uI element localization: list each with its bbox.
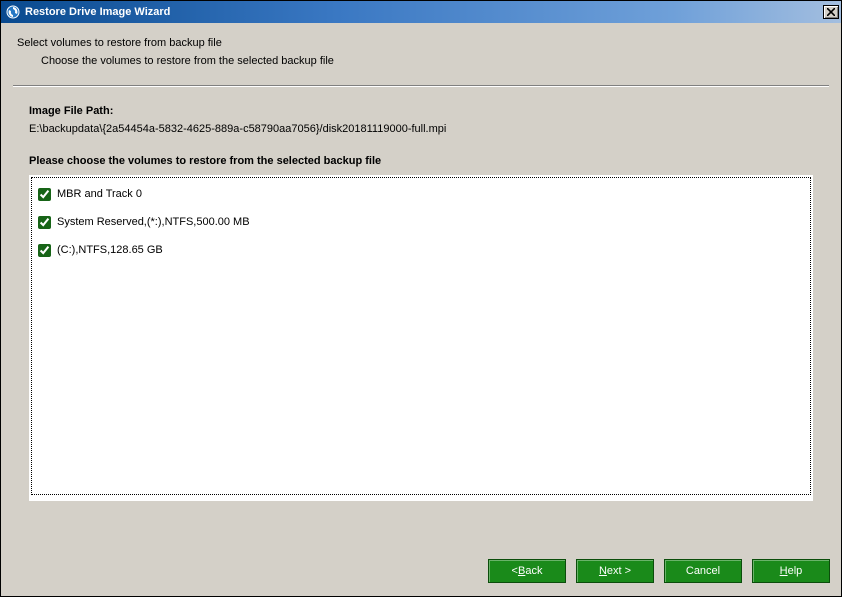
wizard-button-bar: < Back Next > Cancel Help [476, 559, 842, 583]
next-button[interactable]: Next > [576, 559, 654, 583]
window-titlebar: Restore Drive Image Wizard [1, 1, 841, 23]
cancel-button[interactable]: Cancel [664, 559, 742, 583]
wizard-header: Select volumes to restore from backup fi… [1, 23, 841, 77]
volume-label: System Reserved,(*:),NTFS,500.00 MB [57, 216, 250, 228]
wizard-content: Image File Path: E:\backupdata\{2a54454a… [1, 87, 841, 511]
close-button[interactable] [823, 5, 839, 19]
volume-row[interactable]: MBR and Track 0 [32, 180, 810, 208]
app-icon [5, 4, 21, 20]
volume-row[interactable]: System Reserved,(*:),NTFS,500.00 MB [32, 208, 810, 236]
image-path-label: Image File Path: [29, 105, 813, 117]
volume-list: MBR and Track 0 System Reserved,(*:),NTF… [29, 175, 813, 501]
volume-list-label: Please choose the volumes to restore fro… [29, 155, 813, 167]
volume-label: (C:),NTFS,128.65 GB [57, 244, 163, 256]
wizard-step-title: Select volumes to restore from backup fi… [17, 37, 825, 49]
volume-checkbox[interactable] [38, 244, 51, 257]
volume-row[interactable]: (C:),NTFS,128.65 GB [32, 236, 810, 264]
volume-checkbox[interactable] [38, 188, 51, 201]
volume-checkbox[interactable] [38, 216, 51, 229]
back-button[interactable]: < Back [488, 559, 566, 583]
volume-label: MBR and Track 0 [57, 188, 142, 200]
close-icon [827, 8, 835, 16]
wizard-step-subtitle: Choose the volumes to restore from the s… [41, 55, 825, 67]
image-path-value: E:\backupdata\{2a54454a-5832-4625-889a-c… [29, 123, 813, 135]
help-button[interactable]: Help [752, 559, 830, 583]
window-title: Restore Drive Image Wizard [25, 6, 823, 18]
